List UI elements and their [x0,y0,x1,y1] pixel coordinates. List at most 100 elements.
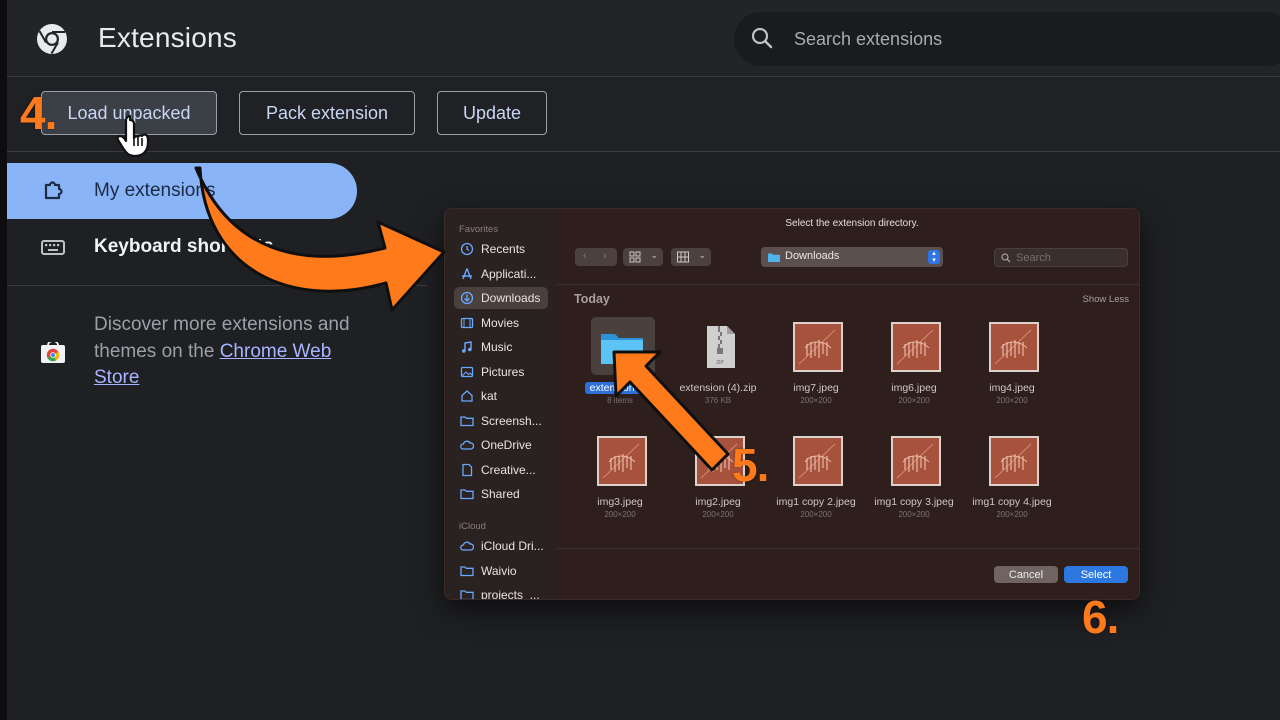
image-thumbnail [989,436,1039,486]
forward-icon[interactable]: › [603,250,607,262]
file-item[interactable]: img6.jpeg 200×200 [865,314,963,414]
sidebar-item-label: Keyboard shortcuts [94,236,274,257]
file-meta: 200×200 [898,396,930,405]
dialog-sidebar-item-creative[interactable]: Creative... [454,459,548,481]
update-button[interactable]: Update [437,91,547,135]
file-item[interactable]: img1 copy 3.jpeg 200×200 [865,428,963,528]
dialog-sidebar-label: Creative... [481,462,536,477]
window-edge [0,0,7,720]
dialog-sidebar-label: Pictures [481,364,525,379]
file-item[interactable]: img4.jpeg 200×200 [963,314,1061,414]
file-picker-dialog: Favorites iCloud Recents Applicati... Down… [444,208,1140,600]
search-input[interactable] [794,26,1254,52]
search-icon [1001,253,1011,263]
file-meta: 200×200 [604,510,636,519]
pack-extension-button[interactable]: Pack extension [239,91,415,135]
sidebar-folder-icon [460,242,474,256]
back-forward-buttons[interactable]: ‹ › [575,248,617,266]
file-name: extension (4) [585,382,655,394]
back-icon[interactable]: ‹ [583,250,587,262]
search-icon [751,27,773,49]
dialog-sidebar-item-icloud-dri[interactable]: iCloud Dri... [454,535,548,557]
sidebar-item-label: My extensions [94,180,216,201]
dialog-sidebar-item-screensh[interactable]: Screensh... [454,410,548,432]
file-meta: 376 KB [704,396,732,405]
dialog-sidebar-label: Screensh... [481,413,542,428]
icon-view-button[interactable]: ⌄ [623,248,663,266]
location-dropdown[interactable]: Downloads ▴ ▾ [761,247,943,267]
dialog-sidebar-item-shared[interactable]: Shared [454,483,548,505]
file-item[interactable]: ZIP extension (4).zip 376 KB [669,314,767,414]
sidebar-folder-icon [460,590,474,599]
sidebar-folder-icon [460,489,474,500]
group-view-button[interactable]: ⌄ [671,248,711,266]
cancel-button[interactable]: Cancel [994,566,1058,583]
dialog-sidebar-label: kat [481,389,498,403]
image-thumbnail [891,322,941,372]
dialog-sidebar-item-music[interactable]: Music [454,336,548,358]
dialog-sidebar-label: Recents [481,242,526,256]
search-box[interactable] [734,12,1280,66]
file-meta: 200×200 [996,396,1028,405]
dialog-sidebar-label: projects_... [481,588,540,600]
file-name: img6.jpeg [891,382,937,394]
file-item[interactable]: extension (4) 8 items [571,314,669,414]
page-title: Extensions [98,22,237,53]
file-name: img4.jpeg [989,382,1035,394]
select-button[interactable]: Select [1064,566,1128,583]
file-item[interactable]: img3.jpeg 200×200 [571,428,669,528]
dialog-search-field[interactable] [994,248,1128,267]
header: Extensions [7,0,1280,77]
sidebar-item-keyboard-shortcuts[interactable]: Keyboard shortcuts [7,219,357,275]
dialog-sidebar-item-recents[interactable]: Recents [454,238,548,260]
load-unpacked-button[interactable]: Load unpacked [41,91,217,135]
show-less-link[interactable]: Show Less [1083,294,1129,305]
dialog-sidebar-item-pictures[interactable]: Pictures [454,361,548,383]
dialog-sidebar-item-waivio[interactable]: Waivio [454,560,548,582]
sidebar-folder-icon [462,267,472,279]
file-name: img7.jpeg [793,382,839,394]
location-label: Downloads [785,250,840,262]
dialog-divider [557,284,1139,285]
file-name: img1 copy 2.jpeg [776,496,856,508]
step-4-annotation: 4. [20,87,57,139]
sidebar-item-my-extensions[interactable]: My extensions [7,163,357,219]
folder-icon [601,334,643,364]
file-name: img1 copy 4.jpeg [972,496,1052,508]
sidebar-folder-icon [460,440,474,450]
dialog-sidebar-item-onedrive[interactable]: OneDrive [454,434,548,456]
sidebar: My extensions Keyboard shortcuts Discove… [7,152,427,720]
file-item[interactable]: img1 copy 2.jpeg 200×200 [767,428,865,528]
sidebar-divider [7,285,427,286]
grid-icon [629,251,641,263]
dialog-sidebar-item-movies[interactable]: Movies [454,312,548,334]
keyboard-icon [41,240,65,255]
icloud-header: iCloud [459,521,486,532]
sidebar-folder-icon [460,291,474,305]
chevron-down-icon: ⌄ [698,250,706,260]
dialog-sidebar-label: iCloud Dri... [481,539,544,553]
file-meta: 200×200 [800,396,832,405]
folder-icon [768,253,780,262]
file-name: extension (4).zip [679,382,757,394]
web-store-promo: Discover more extensions and themes on t… [94,312,354,392]
zip-file-icon: ZIP [707,326,735,368]
file-item[interactable]: img1 copy 4.jpeg 200×200 [963,428,1061,528]
dialog-title: Select the extension directory. [785,218,919,229]
file-item[interactable]: img7.jpeg 200×200 [767,314,865,414]
dialog-sidebar-item-projects[interactable]: projects_... [454,584,548,600]
chrome-web-store-icon [41,342,65,363]
group-grid-icon [677,251,689,263]
svg-text:ZIP: ZIP [716,360,724,366]
sidebar-folder-icon [462,341,472,353]
dialog-sidebar-label: Shared [481,487,520,501]
dialog-sidebar-label: Music [481,340,513,354]
sidebar-folder-icon [461,390,473,402]
updown-chevron-icon: ▴ ▾ [928,250,940,264]
file-meta: 200×200 [996,510,1028,519]
dialog-search-input[interactable] [1016,251,1116,264]
dialog-sidebar-item-applicati[interactable]: Applicati... [454,263,548,285]
dialog-footer-divider [557,548,1139,549]
dialog-sidebar-item-kat[interactable]: kat [454,385,548,407]
dialog-sidebar-item-downloads[interactable]: Downloads [454,287,548,309]
